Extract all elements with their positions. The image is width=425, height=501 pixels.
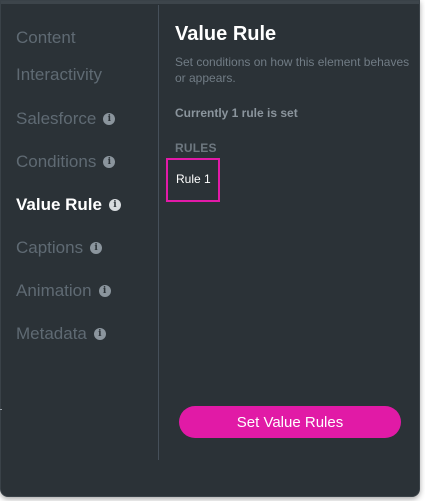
main-content: Value Rule Set conditions on how this el… — [166, 21, 411, 202]
sidebar-item-label: Content — [16, 28, 76, 47]
sidebar-item-value-rule[interactable]: Value Rule i — [16, 193, 121, 217]
rule-item-label: Rule 1 — [176, 172, 211, 186]
sidebar-item-label: Animation — [16, 281, 92, 300]
rule-item[interactable]: Rule 1 — [166, 158, 220, 202]
page: Content Interactivity Salesforce i Condi… — [0, 0, 425, 501]
info-icon[interactable]: i — [90, 242, 103, 254]
info-icon[interactable]: i — [93, 328, 106, 340]
sidebar-item-label: Metadata — [16, 324, 87, 343]
sidebar-item-animation[interactable]: Animation i — [16, 279, 111, 303]
sidebar-item-label: Interactivity — [16, 65, 102, 84]
sidebar-item-label: Captions — [16, 238, 84, 257]
sidebar-item-salesforce[interactable]: Salesforce i — [16, 107, 116, 131]
rules-section-label: RULES — [175, 141, 217, 155]
info-icon[interactable]: i — [103, 113, 116, 125]
sidebar-item-label: Value Rule — [16, 195, 102, 214]
left-edge-divider — [0, 409, 2, 410]
sidebar-item-content[interactable]: Content — [16, 26, 76, 50]
page-title: Value Rule — [175, 23, 277, 45]
sidebar-item-conditions[interactable]: Conditions i — [16, 150, 116, 174]
sidebar-item-captions[interactable]: Captions i — [16, 236, 103, 260]
sidebar: Content Interactivity Salesforce i Condi… — [1, 5, 159, 460]
page-description: Set conditions on how this element behav… — [175, 55, 410, 85]
info-icon[interactable]: i — [98, 285, 111, 297]
set-value-rules-button[interactable]: Set Value Rules — [179, 406, 401, 438]
sidebar-item-label: Salesforce — [16, 109, 97, 128]
sidebar-item-interactivity[interactable]: Interactivity — [16, 63, 102, 87]
panel-top-strip — [1, 1, 419, 4]
sidebar-item-metadata[interactable]: Metadata i — [16, 322, 106, 346]
sidebar-item-label: Conditions — [16, 152, 97, 171]
info-icon[interactable]: i — [103, 156, 116, 168]
info-icon[interactable]: i — [108, 199, 121, 211]
rule-count-status: Currently 1 rule is set — [175, 106, 298, 120]
